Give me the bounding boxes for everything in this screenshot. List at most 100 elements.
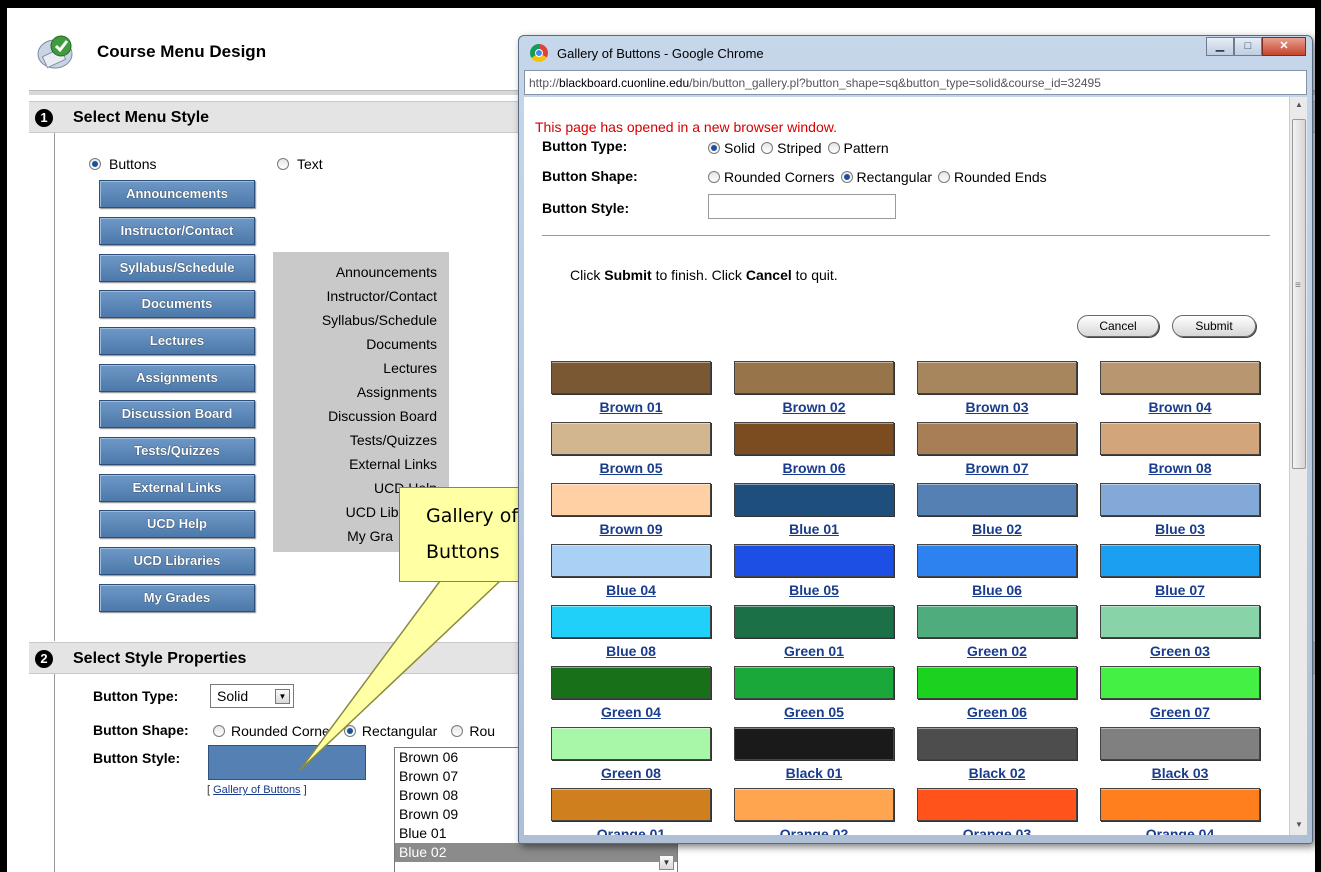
radio-icon[interactable] [840,171,853,183]
button-swatch[interactable] [734,483,894,516]
button-swatch[interactable] [917,605,1077,638]
button-swatch[interactable] [551,605,711,638]
type-option-pattern[interactable]: Pattern [844,140,889,156]
radio-icon[interactable] [451,725,464,737]
shape-option-rounded-corners[interactable]: Rounded Corne [231,723,330,739]
button-swatch-label[interactable]: Black 03 [1100,765,1260,781]
button-style-input[interactable] [708,194,896,219]
button-swatch[interactable] [734,788,894,821]
menu-button[interactable]: Instructor/Contact [99,217,255,245]
menu-button[interactable]: UCD Libraries [99,547,255,575]
button-swatch[interactable] [917,483,1077,516]
minimize-icon[interactable]: ▁ [1206,37,1234,56]
button-swatch-label[interactable]: Orange 02 [734,826,894,835]
button-swatch[interactable] [551,361,711,394]
radio-icon[interactable] [761,142,774,154]
button-swatch[interactable] [917,544,1077,577]
text-menu-item[interactable]: Lectures [383,360,437,376]
button-swatch[interactable] [917,788,1077,821]
button-swatch[interactable] [1100,727,1260,760]
scroll-up-icon[interactable]: ▲ [1293,100,1305,112]
button-type-select[interactable]: Solid ▼ [210,684,294,708]
menu-button[interactable]: Syllabus/Schedule [99,254,255,282]
button-swatch-label[interactable]: Brown 05 [551,460,711,476]
button-swatch-label[interactable]: Blue 01 [734,521,894,537]
button-swatch-label[interactable]: Brown 04 [1100,399,1260,415]
button-swatch-label[interactable]: Orange 04 [1100,826,1260,835]
button-swatch[interactable] [734,361,894,394]
button-swatch[interactable] [1100,666,1260,699]
button-swatch-label[interactable]: Brown 06 [734,460,894,476]
radio-text-style[interactable]: Text [277,156,323,172]
radio-icon[interactable] [708,171,720,183]
button-swatch-label[interactable]: Black 01 [734,765,894,781]
button-swatch[interactable] [551,544,711,577]
radio-icon[interactable] [343,725,356,737]
type-option-striped[interactable]: Striped [777,140,821,156]
button-swatch[interactable] [734,727,894,760]
text-menu-item[interactable]: Assignments [357,384,437,400]
shape-option-rectangular[interactable]: Rectangular [857,169,933,185]
button-swatch[interactable] [734,544,894,577]
button-swatch[interactable] [551,483,711,516]
button-swatch-label[interactable]: Brown 09 [551,521,711,537]
text-menu-item[interactable]: Announcements [336,264,437,280]
button-swatch-label[interactable]: Orange 01 [551,826,711,835]
button-swatch-label[interactable]: Blue 07 [1100,582,1260,598]
text-menu-item[interactable]: Documents [366,336,437,352]
dropdown-arrow-icon[interactable]: ▼ [659,855,674,870]
button-swatch[interactable] [734,605,894,638]
button-swatch[interactable] [1100,422,1260,455]
text-menu-item[interactable]: Discussion Board [328,408,437,424]
button-swatch[interactable] [1100,361,1260,394]
button-swatch-label[interactable]: Brown 08 [1100,460,1260,476]
radio-icon[interactable] [827,142,840,154]
radio-buttons-style[interactable]: Buttons [89,156,156,172]
button-swatch-label[interactable]: Brown 01 [551,399,711,415]
button-swatch[interactable] [1100,788,1260,821]
vertical-scrollbar[interactable]: ▲ ▼ [1289,97,1307,835]
menu-button[interactable]: Assignments [99,364,255,392]
button-swatch-label[interactable]: Black 02 [917,765,1077,781]
style-list-item-selected[interactable]: Blue 02 [395,843,677,862]
button-swatch[interactable] [551,727,711,760]
shape-option-rounded-corners[interactable]: Rounded Corners [724,169,835,185]
button-swatch[interactable] [917,422,1077,455]
button-swatch-label[interactable]: Blue 02 [917,521,1077,537]
button-swatch-label[interactable]: Green 05 [734,704,894,720]
button-swatch-label[interactable]: Blue 04 [551,582,711,598]
button-swatch-label[interactable]: Orange 03 [917,826,1077,835]
button-swatch-label[interactable]: Green 03 [1100,643,1260,659]
button-swatch[interactable] [551,422,711,455]
button-swatch[interactable] [1100,605,1260,638]
scroll-thumb[interactable] [1292,119,1306,469]
scroll-down-icon[interactable]: ▼ [1293,820,1305,832]
button-swatch[interactable] [917,361,1077,394]
shape-option-rounded-ends[interactable]: Rou [469,723,495,739]
button-swatch-label[interactable]: Blue 08 [551,643,711,659]
shape-option-rounded-ends[interactable]: Rounded Ends [954,169,1047,185]
button-swatch-label[interactable]: Green 08 [551,765,711,781]
menu-button[interactable]: Lectures [99,327,255,355]
radio-icon[interactable] [89,158,101,170]
type-option-solid[interactable]: Solid [724,140,755,156]
radio-icon[interactable] [277,158,289,170]
shape-option-rectangular[interactable]: Rectangular [362,723,438,739]
button-swatch-label[interactable]: Brown 02 [734,399,894,415]
button-swatch[interactable] [1100,483,1260,516]
maximize-icon[interactable]: □ [1234,37,1262,56]
button-swatch[interactable] [917,666,1077,699]
submit-button[interactable]: Submit [1172,315,1256,337]
button-swatch-label[interactable]: Green 07 [1100,704,1260,720]
gallery-of-buttons-link[interactable]: Gallery of Buttons [213,784,300,796]
cancel-button[interactable]: Cancel [1077,315,1159,337]
button-swatch-label[interactable]: Blue 03 [1100,521,1260,537]
radio-icon[interactable] [708,142,720,154]
menu-button[interactable]: Documents [99,290,255,318]
button-swatch-label[interactable]: Green 01 [734,643,894,659]
button-swatch[interactable] [551,666,711,699]
text-menu-item[interactable]: My Gra [347,528,393,544]
button-swatch-label[interactable]: Green 04 [551,704,711,720]
button-swatch-label[interactable]: Green 02 [917,643,1077,659]
button-swatch[interactable] [1100,544,1260,577]
